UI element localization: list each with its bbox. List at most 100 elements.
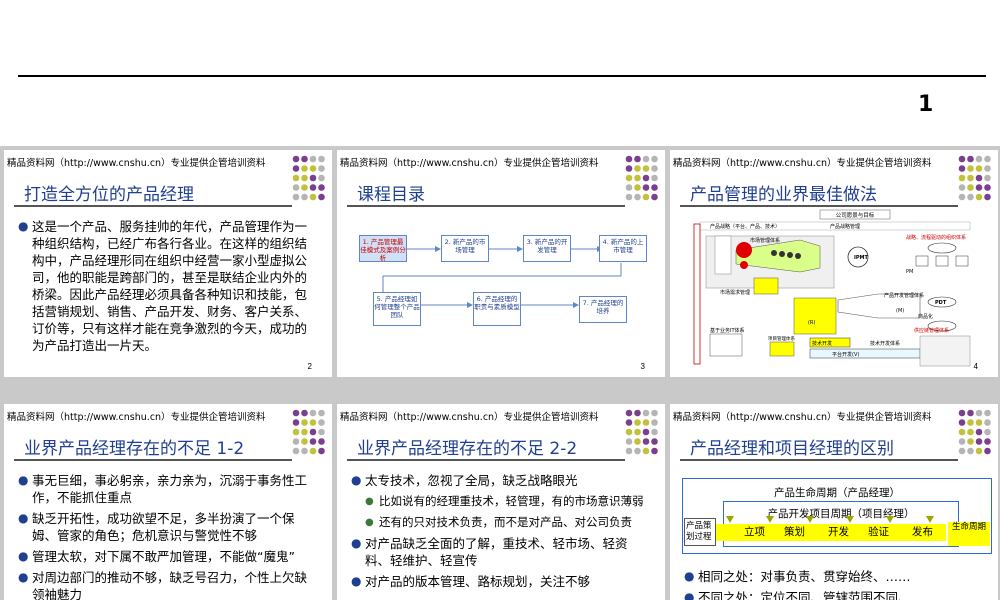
decorative-dot: [309, 428, 317, 436]
decorative-dot: [309, 438, 317, 445]
svg-text:市场需求管理: 市场需求管理: [720, 289, 750, 296]
decorative-dots-icon: [958, 409, 991, 455]
decorative-dot: [292, 428, 300, 436]
bullet-item: ● 对产品的版本管理、路标规划，关注不够: [351, 574, 591, 589]
title-underline: [680, 459, 958, 461]
bullet-item: ● 事无巨细，事必躬亲，亲力亲为，沉溺于事务性工作，不能抓住重点: [18, 473, 308, 505]
stage-marker-icon: [926, 516, 934, 523]
decorative-dot: [301, 409, 308, 417]
decorative-dot: [975, 428, 983, 436]
decorative-dot: [634, 447, 641, 455]
decorative-dot: [975, 409, 983, 417]
flow-step-1[interactable]: 1. 产品管理最佳模式及案例分析: [359, 235, 407, 262]
svg-text:技术开发体系: 技术开发体系: [870, 340, 900, 347]
decorative-dot: [642, 447, 650, 455]
decorative-dot: [301, 438, 308, 445]
decorative-dot: [975, 419, 983, 426]
decorative-dot: [967, 419, 974, 426]
slide-page-number: 4: [973, 362, 978, 371]
decorative-dot: [984, 447, 991, 455]
best-practice-diagram: 公司愿景与目标 产品战略（平台、产品、技术） 产品战略管理 战略、流程驱动的组织…: [693, 209, 971, 367]
decorative-dot: [651, 428, 658, 436]
title-underline: [347, 459, 625, 461]
document-page-number: 1: [918, 92, 934, 117]
decorative-dot: [625, 447, 633, 455]
decorative-dot: [967, 438, 974, 445]
decorative-dot: [318, 409, 325, 417]
decorative-dot: [318, 428, 325, 436]
svg-text:基于业务IT体系: 基于业务IT体系: [710, 327, 745, 334]
flow-step-4[interactable]: 4. 新产品的上市管理: [599, 235, 647, 262]
decorative-dot: [984, 419, 991, 426]
decorative-dot: [975, 438, 983, 445]
flow-arrows: [382, 246, 622, 308]
slide-5[interactable]: 精品资料网（http://www.cnshu.cn）专业提供企管培训资料 业界产…: [4, 404, 332, 600]
bullet-icon: ●: [351, 536, 362, 550]
decorative-dot: [292, 184, 300, 191]
title-underline: [14, 205, 292, 207]
decorative-dot: [301, 165, 308, 172]
slide-title: 打造全方位的产品经理: [24, 185, 194, 205]
decorative-dots-icon: [625, 409, 658, 455]
decorative-dots-icon: [292, 409, 325, 455]
decorative-dot: [309, 193, 317, 201]
sub-bullet-icon: ●: [365, 517, 374, 528]
decorative-dot: [318, 174, 325, 182]
decorative-dot: [292, 193, 300, 201]
decorative-dot: [309, 174, 317, 182]
flow-step-2[interactable]: 2. 新产品的市场管理: [441, 235, 489, 262]
decorative-dot: [318, 155, 325, 163]
slide-grid: 精品资料网（http://www.cnshu.cn）专业提供企管培训资料 打造全…: [0, 146, 1000, 600]
decorative-dot: [642, 409, 650, 417]
slide-4[interactable]: 精品资料网（http://www.cnshu.cn）专业提供企管培训资料 产品管…: [670, 150, 998, 377]
decorative-dot: [975, 447, 983, 455]
slide-header: 精品资料网（http://www.cnshu.cn）专业提供企管培训资料: [340, 412, 599, 423]
decorative-dot: [642, 428, 650, 436]
svg-text:商品化: 商品化: [918, 313, 933, 320]
sub-bullet-item: ● 比如说有的经理重技术，轻管理，有的市场意识薄弱: [365, 494, 644, 508]
stage-label: 策划: [784, 526, 805, 538]
decorative-dot: [625, 419, 633, 426]
slide-body: ● 这是一个产品、服务挂帅的年代，产品管理作为一种组织结构，已经广布各行各业。在这…: [18, 218, 318, 358]
bullet-item: ● 对周边部门的推动不够，缺乏号召力，个性上欠缺领袖魅力: [18, 570, 308, 600]
decorative-dot: [309, 155, 317, 163]
decorative-dot: [958, 428, 966, 436]
decorative-dot: [651, 438, 658, 445]
decorative-dot: [309, 409, 317, 417]
slide-2[interactable]: 精品资料网（http://www.cnshu.cn）专业提供企管培训资料 打造全…: [4, 150, 332, 377]
stage-marker-icon: [846, 516, 854, 523]
bullet-icon: ●: [684, 590, 695, 600]
decorative-dot: [958, 419, 966, 426]
slide-6[interactable]: 精品资料网（http://www.cnshu.cn）专业提供企管培训资料 业界产…: [337, 404, 665, 600]
title-underline: [14, 459, 292, 461]
bullet-item: ● 相同之处：对事负责、贯穿始终、……: [684, 569, 911, 584]
decorative-dot: [292, 155, 300, 163]
decorative-dot: [958, 409, 966, 417]
slide-header: 精品资料网（http://www.cnshu.cn）专业提供企管培训资料: [673, 412, 932, 423]
flow-step-7[interactable]: 7. 产品经理的培养: [579, 296, 627, 323]
bullet-icon: ●: [18, 570, 29, 584]
slide-title: 业界产品经理存在的不足 1-2: [24, 439, 245, 459]
svg-text:公司愿景与目标: 公司愿景与目标: [836, 211, 875, 219]
svg-text:市场管理体系: 市场管理体系: [750, 237, 780, 244]
bullet-item: ● 太专技术，忽视了全局，缺乏战略眼光: [351, 473, 578, 488]
decorative-dot: [318, 165, 325, 172]
stage-label: 发布: [912, 526, 933, 538]
sub-bullet-item: ● 还有的只对技术负责，而不是对产品、对公司负责: [365, 515, 632, 529]
bullet-icon: ●: [684, 569, 695, 583]
flow-step-3[interactable]: 3. 新产品的开发管理: [523, 235, 571, 262]
slide-7[interactable]: 精品资料网（http://www.cnshu.cn）专业提供企管培训资料 产品经…: [670, 404, 998, 600]
bullet-icon: ●: [18, 219, 29, 233]
slide-title: 业界产品经理存在的不足 2-2: [357, 439, 578, 459]
stage-marker-icon: [806, 516, 814, 523]
svg-text:平台开发(V): 平台开发(V): [832, 351, 859, 358]
decorative-dot: [651, 409, 658, 417]
decorative-dot: [958, 438, 966, 445]
slide-3[interactable]: 精品资料网（http://www.cnshu.cn）专业提供企管培训资料 课程目…: [337, 150, 665, 377]
decorative-dot: [301, 184, 308, 191]
flow-step-5[interactable]: 5. 产品经理如何管理整个产品团队: [373, 292, 421, 326]
decorative-dot: [318, 438, 325, 445]
decorative-dot: [309, 419, 317, 426]
flow-step-6[interactable]: 6. 产品经理的职责与素质模型: [473, 292, 521, 326]
decorative-dot: [292, 165, 300, 172]
